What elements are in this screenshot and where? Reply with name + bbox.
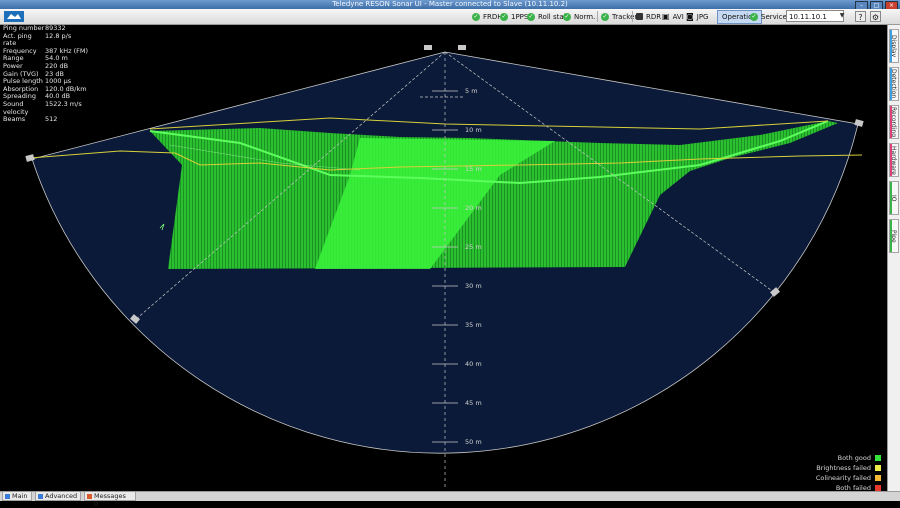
info-label: Beams [3, 115, 26, 124]
info-label: Sound velocity [3, 99, 29, 116]
range-label: 20 m [465, 204, 482, 212]
info-value: 512 [45, 115, 58, 124]
side-tab-recording[interactable]: Recording [889, 105, 899, 139]
record-avi-button[interactable]: ▣ AVI [662, 11, 684, 22]
title-bar: Teledyne RESON Sonar UI - Master connect… [0, 0, 900, 10]
info-value: 12.8 p/s [45, 31, 72, 40]
status-1pps: ✓ 1PPS [500, 12, 529, 21]
legend-swatch [875, 475, 881, 481]
sonar-info-panel: Ping number 89332 Act. ping rate 12.8 p/s Fr… [3, 25, 88, 124]
legend-item: Both good [816, 453, 881, 463]
legend-label: Colinearity failed [815, 474, 871, 482]
legend-item: Both failed [816, 483, 881, 491]
info-row: Act. ping rate 12.8 p/s [3, 31, 88, 48]
side-tab-display[interactable]: Display [889, 29, 899, 63]
legend-label: Both good [837, 454, 871, 462]
legend-swatch [875, 465, 881, 471]
sonar-display[interactable]: 5 m 10 m 15 m 20 m 25 m 30 m 35 m 40 m 45 m 50 m … [0, 25, 887, 491]
film-icon: ▣ [662, 12, 670, 21]
bottom-tab-label: Advanced [45, 492, 78, 500]
tab-icon [38, 494, 43, 499]
info-value: 1522.3 m/s [45, 99, 82, 108]
tab-icon [5, 494, 10, 499]
range-label: 25 m [465, 243, 482, 251]
settings-icon[interactable]: ⚙ [870, 11, 881, 22]
reson-logo-icon [4, 11, 24, 22]
range-label: 5 m [465, 87, 478, 95]
range-label: 30 m [465, 282, 482, 290]
chevron-down-icon[interactable]: ▼ [838, 10, 846, 22]
check-icon: ✓ [601, 12, 609, 21]
camera-icon: ◙ [686, 12, 694, 21]
check-icon: ✓ [472, 12, 480, 21]
help-icon[interactable]: ? [855, 11, 866, 22]
record-rdr-button[interactable]: RDR [636, 11, 661, 22]
bottom-tab-label: Messages 0 [94, 492, 126, 508]
legend: Both good Brightness failed Colinearity fa… [816, 453, 881, 491]
check-icon: ✓ [527, 12, 535, 21]
info-label: Act. ping rate [3, 31, 32, 48]
range-label: 45 m [465, 399, 482, 407]
service-mode-button[interactable]: ✓ Service [750, 11, 787, 22]
info-row: Beams 512 [3, 116, 88, 124]
tab-icon [87, 494, 92, 499]
status-norm: ✓ Norm. [563, 12, 596, 21]
transducer-handle-starboard[interactable] [458, 45, 466, 50]
side-tab-detection[interactable]: Detection [889, 67, 899, 101]
range-label: 50 m [465, 438, 482, 446]
range-label: 10 m [465, 126, 482, 134]
transducer-handle-port[interactable] [424, 45, 432, 50]
legend-label: Brightness failed [816, 464, 871, 472]
side-tab-hardware[interactable]: Hardware [889, 143, 899, 177]
status-frdh: ✓ FRDH [472, 12, 503, 21]
info-row: Sound velocity 1522.3 m/s [3, 99, 88, 116]
check-icon: ✓ [563, 12, 571, 21]
range-label: 40 m [465, 360, 482, 368]
legend-item: Brightness failed [816, 463, 881, 473]
toolbar: ✓ FRDH ✓ 1PPS ✓ Roll stab. ✓ Norm. ✓ Tra… [0, 9, 900, 25]
window-title: Teledyne RESON Sonar UI - Master connect… [332, 0, 568, 8]
sonar-swath-view[interactable]: 5 m 10 m 15 m 20 m 25 m 30 m 35 m 40 m 45 m 50 m [0, 25, 887, 491]
side-tab-pipe[interactable]: Pipe [889, 219, 899, 253]
record-jpg-button[interactable]: ◙ JPG [686, 11, 708, 22]
legend-swatch [875, 455, 881, 461]
record-icon [636, 13, 643, 20]
check-icon: ✓ [500, 12, 508, 21]
side-tab-io[interactable]: IO [889, 181, 899, 215]
ip-address-select[interactable]: 10.11.10.1 [786, 10, 844, 22]
side-panel: Display Detection Recording Hardware IO Pipe [887, 25, 900, 491]
legend-label: Both failed [835, 484, 871, 491]
bottom-tab-label: Main [12, 492, 28, 500]
legend-item: Colinearity failed [816, 473, 881, 483]
range-label: 15 m [465, 165, 482, 173]
check-icon: ✓ [750, 12, 758, 21]
range-label: 35 m [465, 321, 482, 329]
